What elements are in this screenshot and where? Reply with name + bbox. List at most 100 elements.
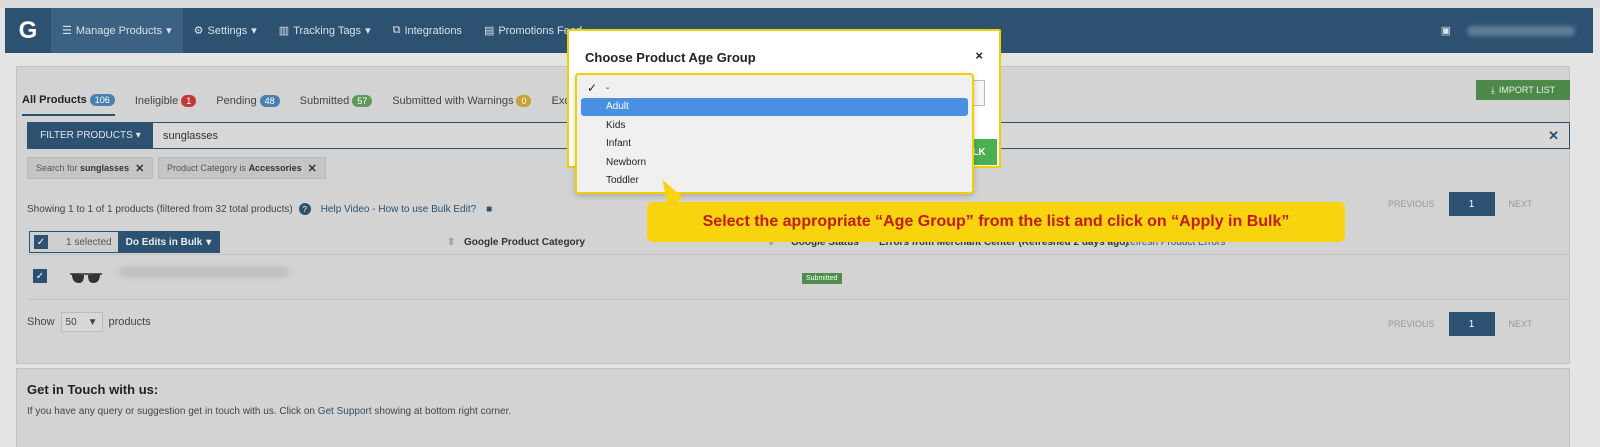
instruction-callout: Select the appropriate “Age Group” from … — [647, 202, 1345, 242]
clear-filter-icon[interactable]: ✕ — [1548, 128, 1559, 144]
count-badge: 0 — [516, 95, 532, 107]
gear-icon: ⚙ — [193, 25, 204, 37]
video-camera-icon: ■ — [486, 203, 493, 215]
option-infant[interactable]: Infant — [581, 135, 968, 154]
option-adult[interactable]: Adult — [581, 97, 968, 116]
selection-toolbar: ✓ 1 selected Do Edits in Bulk ▾ — [29, 231, 221, 253]
option-newborn[interactable]: Newborn — [581, 153, 968, 172]
chip-prefix: Search for — [36, 163, 78, 173]
filter-search-input[interactable]: sunglasses — [163, 130, 218, 142]
option-none[interactable]: ✓ - — [581, 79, 968, 98]
chip-value: Accessories — [248, 163, 302, 173]
show-suffix: products — [108, 316, 151, 328]
nav-integrations[interactable]: ⧉ Integrations — [382, 8, 473, 53]
get-in-touch-text-before: If you have any query or suggestion get … — [27, 406, 318, 417]
import-list-label: IMPORT LIST — [1498, 85, 1556, 95]
option-label: - — [606, 82, 610, 94]
clipboard-icon: ▤ — [483, 25, 495, 37]
help-video-link[interactable]: Help Video - How to use Bulk Edit? — [321, 204, 476, 215]
tab-all-products[interactable]: All Products 106 — [22, 94, 115, 116]
id-card-icon[interactable]: ▣ — [1441, 24, 1451, 37]
tab-pending[interactable]: Pending 48 — [216, 95, 280, 107]
tab-ineligible[interactable]: Ineligible 1 — [135, 95, 197, 107]
chevron-down-icon: ▾ — [365, 25, 371, 37]
pagination-top: PREVIOUS 1 NEXT — [1388, 192, 1533, 216]
product-thumbnail — [70, 273, 102, 283]
product-tabs: All Products 106 Ineligible 1 Pending 48… — [22, 86, 572, 116]
tab-label: Submitted with Warnings — [392, 95, 514, 107]
account-menu[interactable] — [1467, 25, 1575, 36]
page-size-control: Show 50 ▼ products — [27, 312, 151, 332]
age-group-dropdown: ✓ - Adult Kids Infant Newborn Toddler — [575, 73, 974, 194]
checkmark-icon: ✓ — [587, 81, 598, 96]
chevron-down-icon: ▾ — [251, 25, 257, 37]
get-in-touch-text-after: showing at bottom right corner. — [371, 406, 512, 417]
app-logo[interactable]: G — [5, 8, 51, 53]
remove-chip-icon[interactable]: ✕ — [308, 162, 317, 175]
import-list-button[interactable]: ⤓ IMPORT LIST — [1476, 80, 1570, 100]
option-kids[interactable]: Kids — [581, 116, 968, 135]
filter-products-button[interactable]: FILTER PRODUCTS ▾ — [28, 123, 153, 148]
option-label: Kids — [606, 119, 626, 131]
chip-label: Product Category is Accessories — [167, 163, 302, 173]
nav-manage-products[interactable]: ☰ Manage Products ▾ — [51, 8, 183, 53]
page-button[interactable]: 1 — [1448, 312, 1495, 336]
count-badge: 1 — [181, 95, 197, 107]
question-icon[interactable]: ? — [298, 203, 311, 215]
option-label: Adult — [606, 101, 629, 113]
nav-label: Tracking Tags — [293, 24, 362, 37]
get-in-touch-title: Get in Touch with us: — [27, 382, 159, 397]
modal-title: Choose Product Age Group — [585, 50, 756, 65]
nav-label: Settings — [207, 24, 248, 37]
chevron-down-icon: ▾ — [166, 25, 172, 37]
tab-label: All Products — [22, 94, 87, 106]
remove-chip-icon[interactable]: ✕ — [135, 162, 144, 175]
option-label: Infant — [606, 138, 632, 150]
table-row[interactable]: ✓ Submitted — [27, 258, 1570, 300]
count-badge: 57 — [352, 95, 373, 107]
nav-tracking-tags[interactable]: ▥ Tracking Tags ▾ — [268, 8, 382, 53]
option-label: Newborn — [606, 156, 647, 168]
show-label: Show — [27, 316, 55, 328]
previous-button[interactable]: PREVIOUS — [1388, 199, 1435, 209]
page-size-value: 50 — [65, 316, 77, 328]
next-button[interactable]: NEXT — [1509, 199, 1533, 209]
age-group-select[interactable] — [973, 80, 985, 106]
pagination-bottom: PREVIOUS 1 NEXT — [1388, 312, 1533, 336]
selected-count: 1 selected — [66, 236, 112, 248]
nav-settings[interactable]: ⚙ Settings ▾ — [183, 8, 268, 53]
close-icon[interactable]: × — [975, 48, 983, 63]
product-title[interactable] — [119, 267, 289, 277]
count-badge: 48 — [259, 95, 280, 107]
do-edits-in-bulk-button[interactable]: Do Edits in Bulk ▾ — [117, 231, 220, 253]
count-badge: 106 — [89, 94, 115, 106]
sort-icon[interactable]: ⇕ — [447, 237, 455, 248]
download-icon: ⤓ — [1490, 84, 1495, 95]
page-size-select[interactable]: 50 ▼ — [60, 312, 103, 332]
nav-label: Integrations — [404, 24, 462, 37]
option-toddler[interactable]: Toddler — [581, 172, 968, 191]
chip-prefix: Product Category is — [167, 163, 247, 173]
select-all-checkbox[interactable]: ✓ — [34, 235, 48, 249]
previous-button[interactable]: PREVIOUS — [1388, 319, 1435, 329]
filter-button-label: FILTER PRODUCTS — [40, 130, 133, 141]
chevron-down-icon: ▼ — [87, 316, 98, 328]
bulk-button-label: Do Edits in Bulk — [125, 236, 203, 248]
page-button[interactable]: 1 — [1448, 192, 1495, 216]
status-badge: Submitted — [802, 273, 842, 284]
plug-icon: ⧉ — [392, 24, 401, 36]
next-button[interactable]: NEXT — [1509, 319, 1533, 329]
filter-chip-search: Search for sunglasses ✕ — [27, 157, 154, 179]
filter-chip-category: Product Category is Accessories ✕ — [158, 157, 326, 179]
row-checkbox[interactable]: ✓ — [33, 269, 47, 283]
bar-chart-icon: ▥ — [278, 25, 290, 37]
option-label: Toddler — [606, 175, 639, 187]
showing-info: Showing 1 to 1 of 1 products (filtered f… — [27, 203, 492, 215]
chevron-down-icon: ▾ — [206, 236, 212, 248]
column-google-product-category[interactable]: Google Product Category — [464, 237, 585, 248]
nav-label: Manage Products — [75, 24, 163, 37]
nav-right-area: ▣ — [1441, 24, 1593, 37]
tab-submitted-with-warnings[interactable]: Submitted with Warnings 0 — [392, 95, 532, 107]
get-support-link[interactable]: Get Support — [318, 406, 372, 417]
tab-submitted[interactable]: Submitted 57 — [300, 95, 373, 107]
